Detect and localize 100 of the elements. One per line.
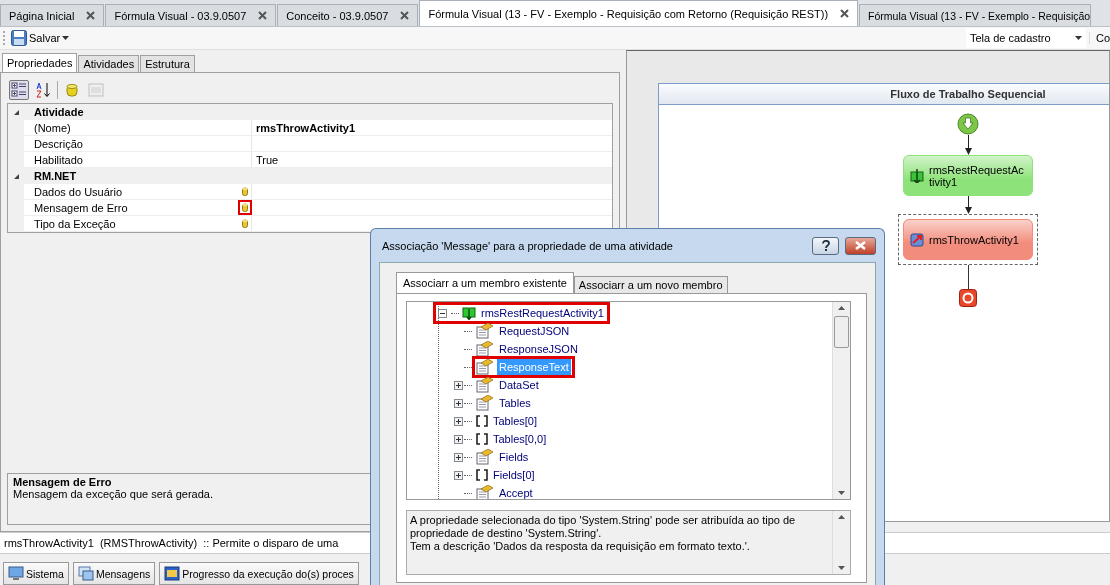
download-icon (910, 168, 924, 183)
property-name: Dados do Usuário (34, 185, 123, 198)
progress-window-icon (164, 565, 181, 582)
dialog-title: Associação 'Message' para a propriedade de uma atividade (381, 239, 674, 252)
throw-icon (910, 232, 924, 247)
tree-item[interactable]: RequestJSON (497, 323, 572, 339)
categorized-icon (11, 82, 27, 98)
expand-icon[interactable] (454, 452, 463, 462)
tree-item[interactable]: ResponseJSON (497, 341, 580, 357)
description-text: Mensagem da exceção que será gerada. (13, 488, 213, 500)
close-icon[interactable] (86, 11, 96, 20)
tree-item[interactable]: Fields[0] (491, 467, 537, 483)
tree-item[interactable]: Tables (497, 395, 533, 411)
document-tab[interactable]: Fórmula Visual (13 - FV - Exemplo - Requisição (859, 4, 1092, 26)
property-name: Habilitado (34, 153, 83, 166)
document-tab[interactable]: Página Inicial (0, 4, 105, 26)
tree-item[interactable]: Fields (497, 449, 531, 465)
property-name: (Nome) (34, 121, 71, 134)
activity-node[interactable]: rmsThrowActivity1 (903, 219, 1033, 260)
property-value: rmsThrowActivity1 (252, 120, 612, 136)
caret-icon[interactable] (62, 36, 70, 40)
activity-node[interactable]: rmsRestRequestActivity1 (903, 155, 1033, 196)
scroll-thumb[interactable] (834, 316, 849, 348)
property-icon (476, 485, 494, 499)
dialog-tab[interactable]: Associarr a um membro existente (396, 272, 574, 293)
database-icon (242, 187, 248, 196)
database-icon (242, 203, 248, 212)
connector-arrow (964, 135, 972, 155)
panel-tab[interactable]: Propriedades (2, 53, 78, 72)
taskbar-button[interactable]: Sistema (3, 562, 69, 585)
scroll-down-icon[interactable] (838, 491, 845, 495)
monitor-icon (8, 565, 24, 582)
toolbar-button[interactable] (9, 80, 29, 100)
property-name: Mensagem de Erro (34, 201, 128, 214)
close-icon[interactable] (400, 11, 410, 20)
view-dropdown[interactable]: Tela de cadastro (965, 28, 1086, 48)
document-tab[interactable]: Fórmula Visual - 03.9.0507 (105, 4, 277, 26)
category-label[interactable]: RM.NET (34, 170, 77, 182)
collapse-icon[interactable] (438, 308, 447, 318)
document-tab[interactable]: Conceito - 03.9.0507 (277, 4, 419, 26)
sort-az-icon (35, 82, 51, 98)
messages-icon (77, 565, 94, 582)
taskbar-button[interactable]: Mensagens (72, 562, 156, 585)
collapse-icon[interactable] (13, 172, 20, 180)
toolbar-item[interactable]: Co (1088, 32, 1110, 44)
property-value: True (252, 152, 612, 168)
help-icon (821, 240, 830, 251)
caret-icon (1074, 36, 1082, 40)
collapse-icon[interactable] (13, 108, 20, 116)
member-tree[interactable]: rmsRestRequestActivity1 RequestJSON ResponseJSON ResponseText DataSet Tables Tables[0] Tables[0,0] Fields Fields[0] Accept (406, 301, 851, 500)
connector-line (967, 265, 969, 289)
document-tab[interactable]: Fórmula Visual (13 - FV - Exemplo - Requisição com Retorno (Requisição REST)) (419, 0, 859, 26)
tree-item[interactable]: Tables[0,0] (491, 431, 549, 447)
property-icon (476, 395, 494, 411)
activity-icon (462, 306, 476, 320)
panel-tab[interactable]: Estrutura (140, 55, 195, 72)
close-button[interactable] (845, 236, 876, 255)
connector-arrow (964, 196, 972, 214)
brackets-icon (476, 469, 488, 481)
page-icon (88, 82, 104, 98)
tree-item[interactable]: rmsRestRequestActivity1 (479, 305, 606, 321)
expand-icon[interactable] (454, 398, 463, 408)
panel-tab[interactable]: Atividades (78, 55, 140, 72)
dialog-tab[interactable]: Associarr a um novo membro (573, 276, 728, 293)
category-label[interactable]: Atividade (34, 106, 84, 118)
property-name: Tipo da Exceção (34, 217, 116, 230)
tree-item[interactable]: Tables[0] (491, 413, 540, 429)
database-icon (64, 82, 80, 98)
status-text: rmsThrowActivity1 (RMSThrowActivity) :: Permite o disparo de uma (4, 537, 339, 549)
toolbar-button[interactable] (33, 80, 53, 100)
expand-icon[interactable] (454, 380, 463, 390)
scroll-down-icon[interactable] (838, 566, 845, 570)
tree-item[interactable]: DataSet (497, 377, 541, 393)
description-title: Mensagem de Erro (13, 476, 112, 488)
expand-icon[interactable] (454, 470, 463, 480)
property-icon (476, 323, 494, 339)
close-icon[interactable] (258, 11, 268, 20)
expand-icon[interactable] (454, 434, 463, 444)
expand-icon[interactable] (454, 416, 463, 426)
property-icon (476, 341, 494, 357)
tree-item[interactable]: Accept (497, 485, 535, 499)
save-icon[interactable] (11, 30, 27, 46)
scroll-up-icon[interactable] (838, 306, 845, 310)
property-icon (476, 359, 494, 375)
scroll-up-icon[interactable] (838, 515, 845, 519)
taskbar-button[interactable]: Progresso da execução do(s) proces (159, 562, 359, 585)
help-button[interactable] (812, 236, 839, 255)
property-icon (476, 449, 494, 465)
close-icon (855, 241, 866, 250)
close-icon[interactable] (840, 9, 850, 18)
property-name: Descrição (34, 137, 83, 150)
property-icon (476, 377, 494, 393)
start-icon (957, 113, 979, 135)
database-icon (242, 219, 248, 228)
stop-icon (959, 289, 977, 307)
description-text: Tem a descrição 'Dados da resposta da requisição em formato texto.'. (410, 540, 750, 553)
description-text: A propriedade selecionada do tipo 'System.String' pode ser atribuída ao tipo de propriedade de destino 'System.String'. (410, 514, 797, 540)
workflow-title: Fluxo de Trabalho Sequencial (890, 88, 1046, 100)
brackets-icon (476, 415, 488, 427)
save-button[interactable]: Salvar (27, 32, 63, 44)
